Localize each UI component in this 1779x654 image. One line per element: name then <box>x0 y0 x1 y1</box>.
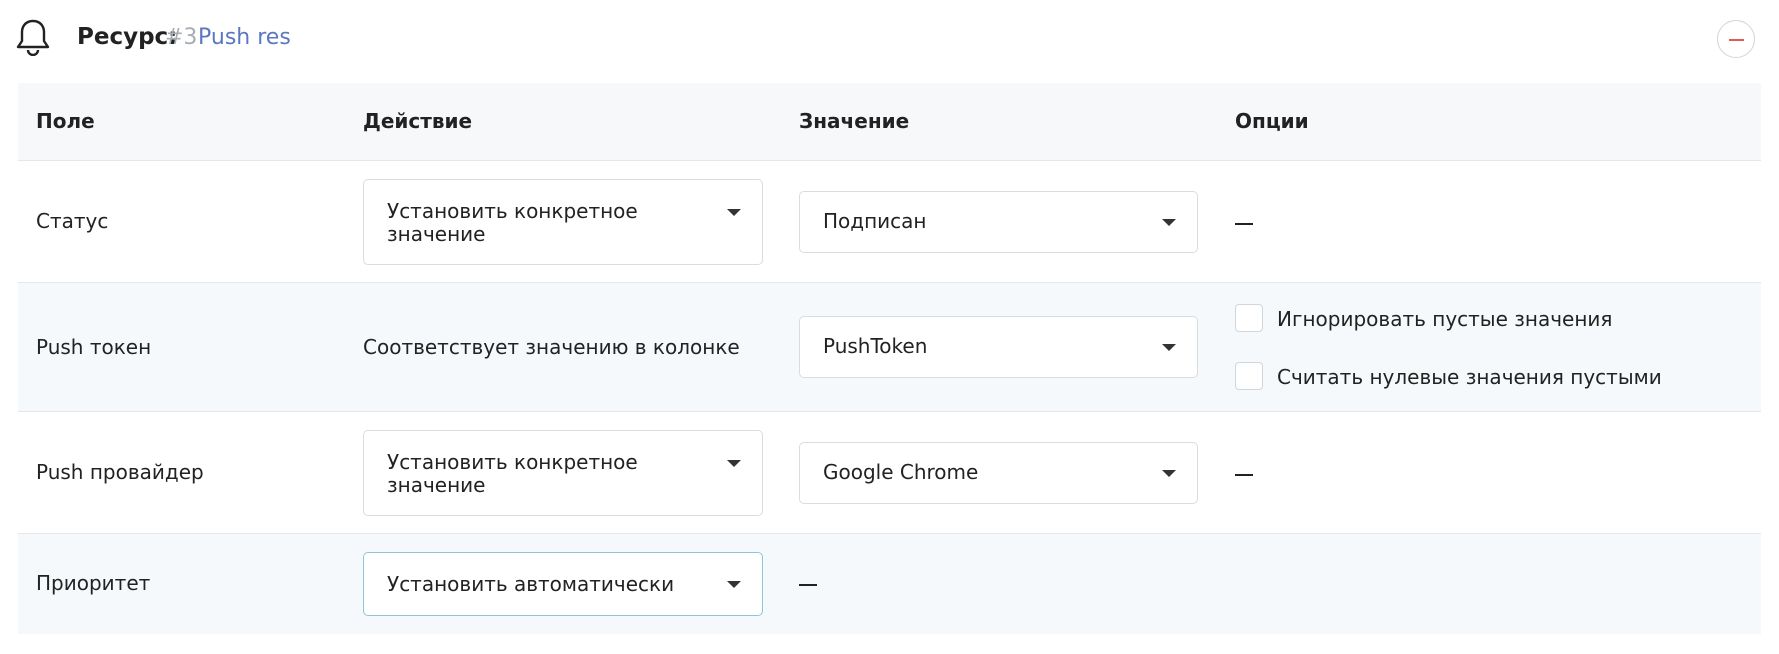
action-select[interactable]: Установить автоматически <box>363 552 763 616</box>
value-select[interactable]: Google Chrome <box>799 442 1198 504</box>
options-empty-dash: — <box>1235 209 1253 233</box>
null-as-empty-checkbox[interactable] <box>1235 362 1263 390</box>
field-name: Статус <box>36 209 109 233</box>
column-header-options: Опции <box>1235 109 1309 133</box>
options-dash-mark <box>1235 223 1253 225</box>
resource-header: Ресурс: #3 Push res <box>0 0 1779 80</box>
chevron-down-icon <box>1162 344 1176 351</box>
value-select-value: Подписан <box>823 209 927 233</box>
null-as-empty-label[interactable]: Считать нулевые значения пустыми <box>1277 365 1662 389</box>
ignore-empty-checkbox[interactable] <box>1235 304 1263 332</box>
value-dash-mark <box>799 584 817 586</box>
value-select-value: Google Chrome <box>823 460 979 484</box>
action-select[interactable]: Установить конкретное значение <box>363 430 763 516</box>
action-select-value: Установить конкретное значение <box>387 199 638 246</box>
action-select-value: Установить конкретное значение <box>387 450 638 497</box>
options-dash-mark <box>1235 474 1253 476</box>
chevron-down-icon <box>1162 219 1176 226</box>
value-select-value: PushToken <box>823 334 928 358</box>
ignore-empty-label[interactable]: Игнорировать пустые значения <box>1277 307 1612 331</box>
resource-label: Ресурс: <box>77 24 178 50</box>
value-empty-dash: — <box>799 571 817 595</box>
chevron-down-icon <box>727 209 741 216</box>
bell-icon <box>16 19 50 56</box>
chevron-down-icon <box>727 581 741 588</box>
minus-icon <box>1729 39 1744 41</box>
column-header-value: Значение <box>799 109 910 133</box>
table-row: Приоритет Установить автоматически — <box>18 534 1761 634</box>
resource-number: #3 <box>165 25 198 50</box>
table-row: Push провайдер Установить конкретное зна… <box>18 412 1761 534</box>
value-select[interactable]: Подписан <box>799 191 1198 253</box>
table-row: Push токен Соответствует значению в коло… <box>18 283 1761 412</box>
field-name: Push провайдер <box>36 460 204 484</box>
action-select-value: Установить автоматически <box>387 572 675 596</box>
table-row: Статус Установить конкретное значение По… <box>18 161 1761 283</box>
resource-name[interactable]: Push res <box>198 25 291 50</box>
collapse-button[interactable] <box>1717 20 1755 58</box>
field-name: Приоритет <box>36 571 151 595</box>
chevron-down-icon <box>1162 470 1176 477</box>
table-header: Поле Действие Значение Опции <box>18 83 1761 161</box>
field-name: Push токен <box>36 335 152 359</box>
options-empty-dash: — <box>1235 460 1253 484</box>
chevron-down-icon <box>727 460 741 467</box>
action-text: Соответствует значению в колонке <box>363 335 740 359</box>
column-header-action: Действие <box>363 109 473 133</box>
value-select[interactable]: PushToken <box>799 316 1198 378</box>
action-select[interactable]: Установить конкретное значение <box>363 179 763 265</box>
column-header-field: Поле <box>36 109 95 133</box>
mapping-table: Поле Действие Значение Опции Статус Уста… <box>18 83 1761 634</box>
